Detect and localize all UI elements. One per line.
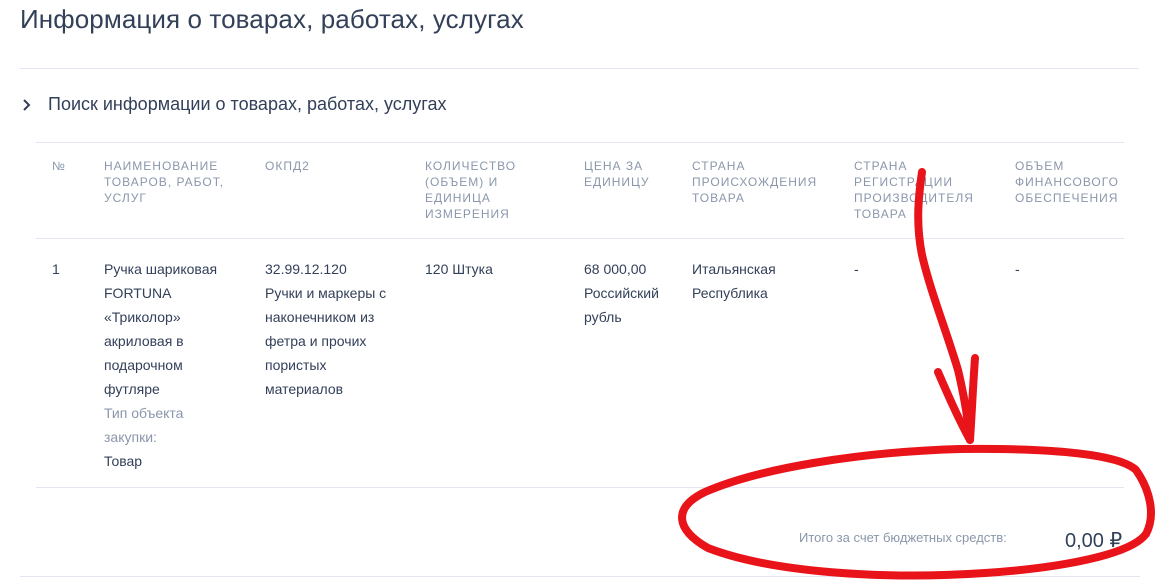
price-line: 68 000,00	[584, 261, 647, 277]
header-name: НАИМЕНОВАНИЕ ТОВАРОВ, РАБОТ, УСЛУГ	[104, 159, 225, 205]
header-okpd: ОКПД2	[265, 159, 310, 173]
row-bottom-border	[36, 487, 1124, 488]
chevron-right-icon	[23, 98, 31, 111]
origin-line: Итальянская	[692, 261, 776, 277]
header-origin: СТРАНА ПРОИСХОЖДЕНИЯ ТОВАРА	[692, 159, 818, 205]
object-type-label: Тип объекта	[104, 405, 184, 421]
okpd-code: 32.99.12.120	[265, 261, 347, 277]
okpd-line: пористых	[265, 357, 327, 373]
object-type-value: Товар	[104, 453, 143, 469]
total-budget-value: 0,00 ₽	[1065, 530, 1123, 552]
okpd-line: Ручки и маркеры с	[265, 285, 387, 301]
title-divider	[20, 68, 1139, 69]
search-info-label: Поиск информации о товарах, работах, усл…	[48, 94, 447, 114]
header-qty: КОЛИЧЕСТВО (ОБЪЕМ) И ЕДИНИЦА ИЗМЕРЕНИЯ	[425, 159, 517, 221]
table-top-border	[36, 142, 1124, 143]
name-line: FORTUNA	[104, 285, 172, 301]
search-info-toggle[interactable]: Поиск информации о товарах, работах, усл…	[20, 94, 446, 115]
okpd-line: материалов	[265, 381, 344, 397]
total-budget-label: Итого за счет бюджетных средств:	[799, 530, 1007, 545]
okpd-line: фетра и прочих	[265, 333, 367, 349]
cell-origin: Итальянская Республика	[692, 257, 776, 305]
name-line: футляре	[104, 381, 160, 397]
cell-num: 1	[52, 261, 60, 277]
header-price: ЦЕНА ЗА ЕДИНИЦУ	[584, 159, 650, 189]
page-title: Информация о товарах, работах, услугах	[20, 4, 524, 34]
cell-price: 68 000,00 Российский рубль	[584, 257, 659, 329]
name-line: «Триколор»	[104, 309, 181, 325]
header-funding: ОБЪЕМ ФИНАНСОВОГО ОБЕСПЕЧЕНИЯ	[1015, 159, 1119, 205]
annotation-ellipse	[678, 444, 1155, 580]
price-line: рубль	[584, 309, 622, 325]
cell-funding: -	[1015, 261, 1020, 277]
annotation-arrow-head	[934, 354, 979, 444]
okpd-line: наконечником из	[265, 309, 375, 325]
cell-name: Ручка шариковая FORTUNA «Триколор» акрил…	[104, 257, 217, 473]
cell-okpd: 32.99.12.120 Ручки и маркеры с наконечни…	[265, 257, 386, 401]
cell-qty: 120 Штука	[425, 261, 493, 277]
header-bottom-border	[36, 238, 1124, 239]
header-num: №	[52, 159, 66, 173]
name-line: подарочном	[104, 357, 183, 373]
name-line: акриловая в	[104, 333, 184, 349]
cell-producer: -	[854, 261, 859, 277]
section-bottom-divider	[20, 576, 1140, 577]
header-producer: СТРАНА РЕГИСТРАЦИИ ПРОИЗВОДИТЕЛЯ ТОВАРА	[854, 159, 974, 221]
name-line: Ручка шариковая	[104, 261, 218, 277]
origin-line: Республика	[692, 285, 768, 301]
object-type-label: закупки:	[104, 429, 157, 445]
price-line: Российский	[584, 285, 659, 301]
